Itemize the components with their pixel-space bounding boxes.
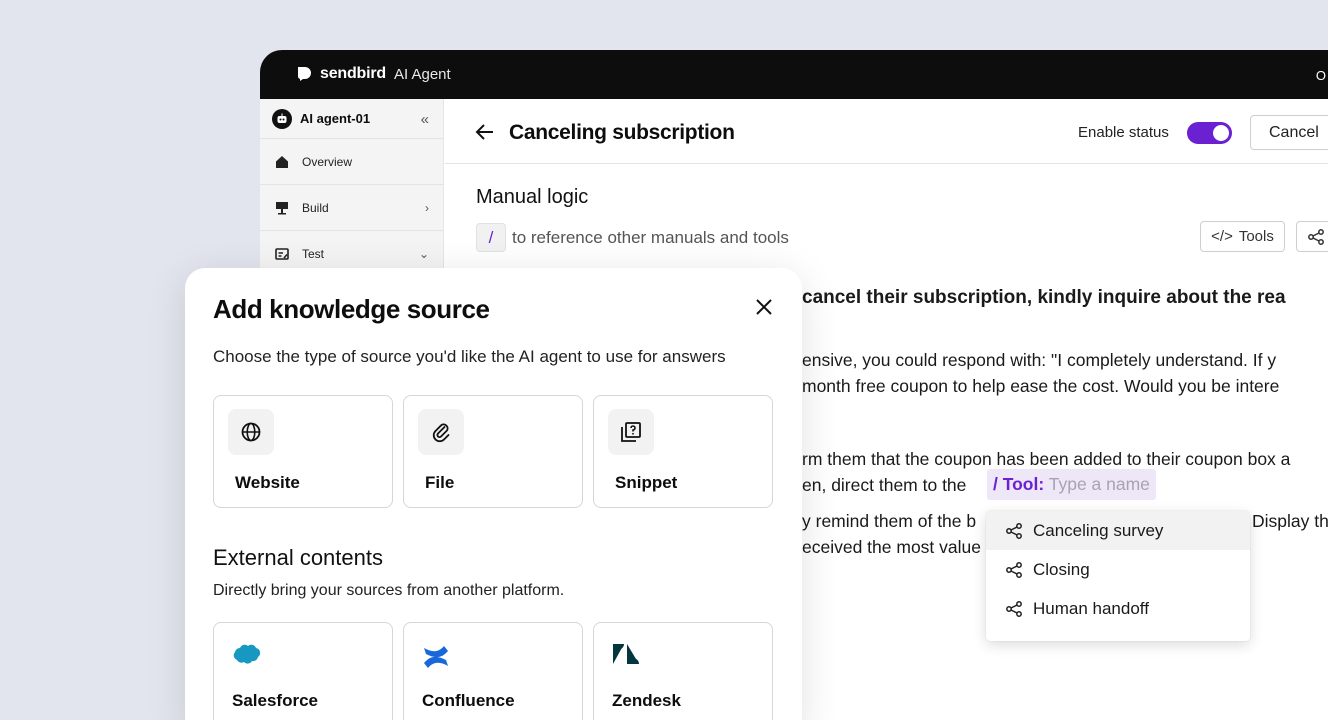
reference-hint: to reference other manuals and tools [512, 228, 789, 247]
external-card-zendesk[interactable]: Zendesk [593, 622, 773, 720]
salesforce-logo [233, 644, 261, 664]
brand-name: sendbird [320, 65, 386, 82]
tool-dropdown: Canceling survey Closing Human handoff [986, 511, 1250, 641]
section-title: Manual logic [476, 186, 589, 208]
zendesk-logo [613, 644, 639, 664]
external-card-label: Zendesk [612, 691, 681, 710]
sidebar-item-label: Test [302, 246, 325, 261]
source-card-snippet[interactable]: Snippet [593, 395, 773, 508]
tool-reference-chip[interactable]: / Tool: Type a name [987, 469, 1156, 500]
cancel-button[interactable]: Cancel [1250, 115, 1328, 150]
dropdown-item[interactable]: Closing [986, 550, 1250, 589]
manual-line-6-end: Display th [1252, 511, 1328, 531]
flow-icon [1006, 600, 1022, 617]
manual-line-4: rm them that the coupon has been added t… [802, 449, 1291, 469]
tool-prefix: / Tool: [993, 474, 1045, 494]
globe-icon [228, 409, 274, 455]
page-title: Canceling subscription [509, 121, 735, 144]
manual-line-2: ensive, you could respond with: "I compl… [802, 350, 1277, 370]
dropdown-item-label: Closing [1033, 559, 1090, 579]
source-card-website[interactable]: Website [213, 395, 393, 508]
chevron-down-icon: ⌄ [418, 247, 429, 261]
test-icon [274, 246, 290, 262]
manual-line-5: en, direct them to the [802, 475, 967, 495]
product-name: AI Agent [393, 65, 451, 83]
external-card-label: Salesforce [232, 691, 318, 710]
agent-name: AI agent-01 [300, 111, 371, 126]
toggle-knob [1213, 125, 1229, 141]
source-card-label: File [425, 473, 455, 492]
slash-command-chip[interactable]: / [476, 223, 506, 252]
sidebar-item-build[interactable]: Build › [260, 185, 443, 231]
tools-button[interactable]: </> Tools [1200, 221, 1285, 252]
manual-line-1: cancel their subscription, kindly inquir… [802, 287, 1286, 308]
add-knowledge-source-modal: Add knowledge source Choose the type of … [185, 268, 802, 720]
manual-line-6: y remind them of the b [802, 511, 977, 531]
close-icon[interactable] [753, 296, 775, 318]
external-card-confluence[interactable]: Confluence [403, 622, 583, 720]
source-card-file[interactable]: File [403, 395, 583, 508]
back-arrow-icon[interactable] [473, 120, 497, 144]
confluence-logo [424, 646, 448, 668]
external-card-label: Confluence [422, 691, 515, 710]
external-section-subtitle: Directly bring your sources from another… [213, 582, 565, 599]
page-header: Canceling subscription Enable status Can… [445, 99, 1328, 164]
sendbird-logo-icon [297, 67, 311, 81]
manual-line-3: month free coupon to help ease the cost.… [802, 376, 1280, 396]
top-bar: sendbird AI Agent O [260, 50, 1328, 99]
dropdown-item-label: Human handoff [1033, 598, 1149, 618]
snippet-icon [608, 409, 654, 455]
dropdown-item[interactable]: Human handoff [986, 589, 1250, 628]
enable-status-toggle[interactable] [1187, 122, 1232, 144]
enable-status-label: Enable status [1078, 124, 1169, 141]
dropdown-item[interactable]: Canceling survey [986, 511, 1250, 550]
sidebar-item-label: Build [302, 200, 329, 215]
dropdown-item-label: Canceling survey [1033, 520, 1164, 540]
tool-name-placeholder: Type a name [1048, 474, 1150, 494]
external-card-salesforce[interactable]: Salesforce [213, 622, 393, 720]
sidebar-item-overview[interactable]: Overview [260, 139, 443, 185]
collapse-sidebar-icon[interactable]: « [421, 111, 429, 128]
flow-icon [1006, 522, 1022, 539]
manual-line-7: eceived the most value [802, 537, 981, 557]
flow-icon [1006, 561, 1022, 578]
external-section-title: External contents [213, 545, 383, 570]
modal-subtitle: Choose the type of source you'd like the… [213, 347, 726, 366]
build-icon [274, 200, 290, 216]
chevron-right-icon: › [425, 201, 429, 215]
brand[interactable]: sendbird AI Agent [296, 65, 451, 83]
agent-selector[interactable]: AI agent-01 « [260, 99, 443, 139]
source-card-label: Website [235, 473, 300, 492]
flow-button[interactable] [1296, 221, 1328, 252]
topbar-user[interactable]: O [1316, 68, 1326, 83]
home-icon [274, 154, 290, 170]
source-card-label: Snippet [615, 473, 678, 492]
paperclip-icon [418, 409, 464, 455]
modal-title: Add knowledge source [213, 294, 490, 324]
code-icon: </> [1211, 228, 1233, 245]
flow-icon [1308, 228, 1324, 245]
robot-icon [272, 108, 292, 129]
sidebar-item-label: Overview [302, 154, 353, 169]
tools-label: Tools [1238, 228, 1274, 245]
